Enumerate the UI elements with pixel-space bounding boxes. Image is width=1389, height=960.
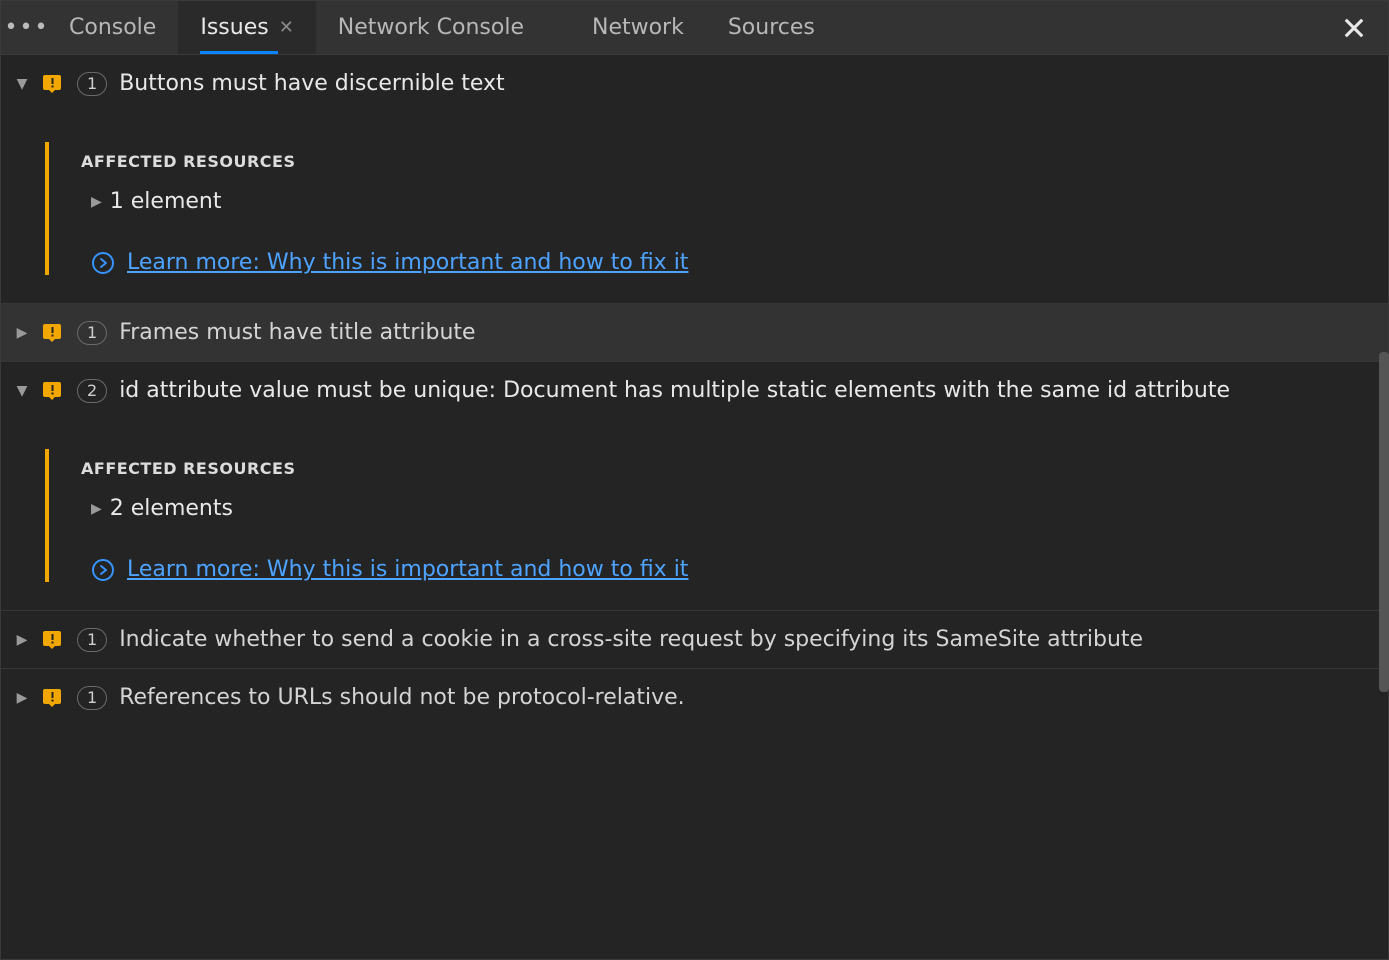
chevron-down-icon: ▼ (15, 383, 29, 399)
issue-title: Indicate whether to send a cookie in a c… (119, 627, 1143, 652)
chevron-right-icon: ▶ (91, 194, 102, 210)
accent-bar (45, 142, 49, 275)
chevron-right-icon: ▶ (15, 690, 29, 706)
learn-more-line: Learn more: Why this is important and ho… (91, 557, 688, 582)
tab-label: Console (69, 15, 156, 40)
tab-label: Sources (728, 15, 815, 40)
issue-row[interactable]: ▶ 1 Indicate whether to send a cookie in… (1, 611, 1388, 669)
issue-title: id attribute value must be unique: Docum… (119, 378, 1230, 403)
elements-count: 1 element (110, 189, 222, 214)
arrow-circle-icon (91, 558, 115, 582)
tab-console[interactable]: Console (47, 1, 178, 54)
affected-resources-label: AFFECTED RESOURCES (81, 459, 688, 478)
warning-icon (41, 686, 65, 710)
learn-more-link[interactable]: Learn more: Why this is important and ho… (127, 250, 688, 275)
issue-row[interactable]: ▼ 1 Buttons must have discernible text (1, 55, 1388, 112)
chevron-right-icon: ▶ (15, 325, 29, 341)
count-badge: 1 (77, 628, 107, 652)
tab-network-console[interactable]: Network Console (316, 1, 546, 54)
warning-icon (41, 628, 65, 652)
learn-more-link[interactable]: Learn more: Why this is important and ho… (127, 557, 688, 582)
issue-row[interactable]: ▶ 1 References to URLs should not be pro… (1, 669, 1388, 726)
chevron-right-icon: ▶ (91, 501, 102, 517)
issues-list[interactable]: ▼ 1 Buttons must have discernible text A… (1, 55, 1388, 959)
arrow-circle-icon (91, 251, 115, 275)
issue-row[interactable]: ▶ 1 Frames must have title attribute (1, 304, 1388, 362)
count-badge: 1 (77, 321, 107, 345)
tab-set: Console Issues ✕ Network Console Network… (47, 1, 837, 54)
count-badge: 1 (77, 72, 107, 96)
accent-bar (45, 449, 49, 582)
warning-icon (41, 72, 65, 96)
warning-icon (41, 379, 65, 403)
count-badge: 1 (77, 686, 107, 710)
count-badge: 2 (77, 379, 107, 403)
tab-sources[interactable]: Sources (706, 1, 837, 54)
tab-bar: ••• Console Issues ✕ Network Console Net… (1, 1, 1388, 55)
tab-network[interactable]: Network (546, 1, 706, 54)
learn-more-line: Learn more: Why this is important and ho… (91, 250, 688, 275)
tab-label: Network Console (338, 15, 524, 40)
more-menu-button[interactable]: ••• (7, 1, 47, 54)
issue-body-content: AFFECTED RESOURCES ▶ 1 element Learn mor… (81, 142, 688, 275)
issue-row[interactable]: ▼ 2 id attribute value must be unique: D… (1, 362, 1388, 419)
issue-body: AFFECTED RESOURCES ▶ 1 element Learn mor… (1, 112, 1388, 304)
warning-icon (41, 321, 65, 345)
scrollbar-thumb[interactable] (1379, 352, 1389, 692)
close-panel-button[interactable] (1328, 1, 1380, 54)
elements-count: 2 elements (110, 496, 233, 521)
tab-issues[interactable]: Issues ✕ (178, 1, 315, 54)
elements-disclosure[interactable]: ▶ 2 elements (91, 496, 688, 521)
tab-label: Network (592, 15, 684, 40)
issue-body-content: AFFECTED RESOURCES ▶ 2 elements Learn mo… (81, 449, 688, 582)
issue-title: References to URLs should not be protoco… (119, 685, 684, 710)
affected-resources-label: AFFECTED RESOURCES (81, 152, 688, 171)
chevron-right-icon: ▶ (15, 632, 29, 648)
elements-disclosure[interactable]: ▶ 1 element (91, 189, 688, 214)
tab-label: Issues (200, 15, 268, 40)
issue-body: AFFECTED RESOURCES ▶ 2 elements Learn mo… (1, 419, 1388, 611)
devtools-panel: ••• Console Issues ✕ Network Console Net… (0, 0, 1389, 960)
issue-title: Buttons must have discernible text (119, 71, 504, 96)
issue-title: Frames must have title attribute (119, 320, 475, 345)
close-icon[interactable]: ✕ (279, 17, 294, 38)
chevron-down-icon: ▼ (15, 76, 29, 92)
close-icon (1343, 17, 1365, 39)
